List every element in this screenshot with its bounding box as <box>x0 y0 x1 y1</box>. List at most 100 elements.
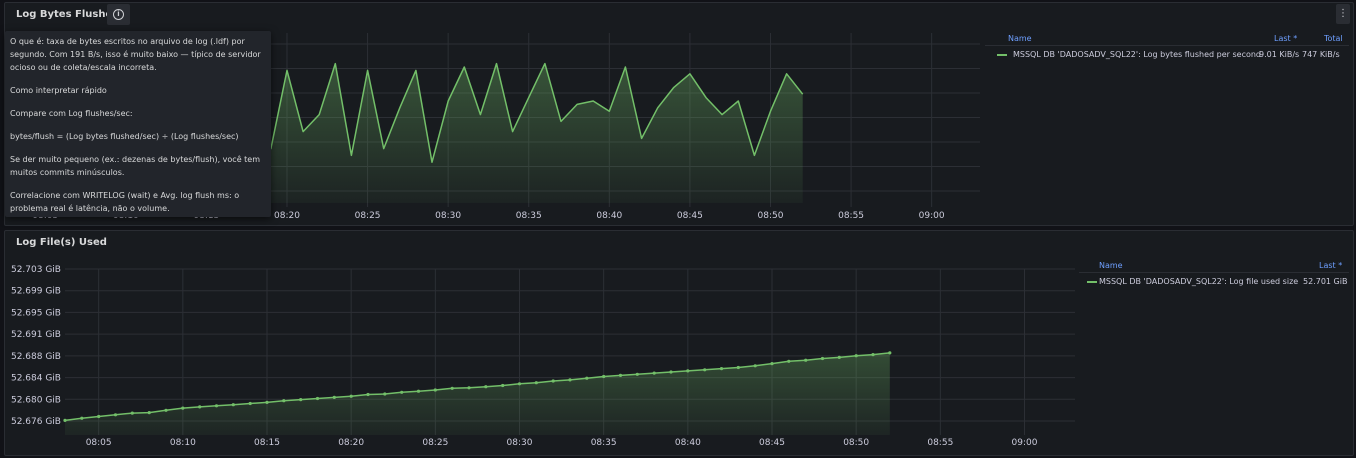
data-point <box>871 353 875 357</box>
panel-title: Log File(s) Used <box>16 237 107 248</box>
data-point <box>147 411 151 415</box>
y-tick-label: 52.699 GiB <box>11 287 61 297</box>
legend-series-last: 9.01 KiB/s <box>1259 50 1300 59</box>
data-point <box>450 386 454 390</box>
x-tick-label: 08:20 <box>338 438 364 448</box>
data-point <box>248 401 252 406</box>
tooltip-line: Como interpretar rápido <box>10 86 107 95</box>
y-tick-label: 52.688 GiB <box>11 352 61 362</box>
x-tick-label: 08:50 <box>758 211 784 221</box>
legend: Name Last * Total MSSQL DB 'DADOSADV_SQL… <box>985 31 1349 71</box>
legend-series-last: 52.701 GiB <box>1303 277 1348 286</box>
data-point <box>231 403 235 407</box>
data-point <box>315 396 320 401</box>
x-tick-label: 08:30 <box>507 438 533 448</box>
data-point <box>198 405 202 409</box>
data-point <box>130 411 134 415</box>
x-tick-label: 08:35 <box>516 211 542 221</box>
x-tick-label: 09:00 <box>1012 438 1038 448</box>
x-tick-label: 08:55 <box>927 438 953 448</box>
legend-header-total[interactable]: Total <box>1324 34 1343 43</box>
data-point <box>97 414 101 419</box>
data-point <box>787 359 791 363</box>
data-point <box>265 400 269 404</box>
data-point <box>703 368 707 372</box>
data-point <box>820 356 825 361</box>
data-point <box>113 413 118 417</box>
data-point <box>349 394 353 398</box>
data-point <box>618 373 623 377</box>
data-point <box>635 372 639 376</box>
x-tick-label: 08:55 <box>838 211 864 221</box>
y-tick-label: 52.703 GiB <box>11 265 61 275</box>
data-point <box>501 383 505 388</box>
y-tick-label: 52.684 GiB <box>11 374 61 384</box>
data-point <box>770 362 774 366</box>
y-tick-label: 52.691 GiB <box>11 330 61 340</box>
data-point <box>804 358 808 362</box>
menu-icon[interactable]: ⋮ <box>1336 4 1350 24</box>
y-tick-label: 52.676 GiB <box>11 417 61 427</box>
panel-title: Log Bytes Flushed <box>16 9 120 20</box>
data-point <box>467 386 471 390</box>
data-point <box>164 408 168 412</box>
x-tick-label: 08:40 <box>675 438 701 448</box>
data-point <box>568 378 572 382</box>
legend-series-swatch <box>997 54 1007 56</box>
legend-series-name[interactable]: MSSQL DB 'DADOSADV_SQL22': Log file used… <box>1099 277 1298 286</box>
data-point <box>669 370 673 374</box>
data-point <box>181 406 185 410</box>
panel-log-files-used: 52.676 GiB 52.680 GiB 52.684 GiB 52.688 GiB… <box>4 230 1354 456</box>
legend-header-name[interactable]: Name <box>1099 261 1123 270</box>
data-point <box>366 392 370 397</box>
y-tick-label: 52.695 GiB <box>11 308 61 318</box>
data-point <box>534 381 538 385</box>
info-icon[interactable]: i <box>107 4 130 25</box>
legend-series-swatch <box>1087 281 1097 283</box>
data-point <box>214 404 219 408</box>
legend-series-name[interactable]: MSSQL DB 'DADOSADV_SQL22': Log bytes flu… <box>1013 50 1261 59</box>
x-tick-label: 09:00 <box>919 211 945 221</box>
tooltip-line: bytes/flush = (Log bytes flushed/sec) ÷ … <box>10 132 239 141</box>
tooltip-line: Se der muito pequeno (ex.: dezenas de by… <box>10 155 261 177</box>
legend-series-total: 747 KiB/s <box>1302 50 1340 59</box>
x-tick-label: 08:25 <box>422 438 448 448</box>
data-point <box>517 382 522 386</box>
data-point <box>551 379 555 383</box>
x-tick-label: 08:45 <box>677 211 703 221</box>
legend-header-name[interactable]: Name <box>1008 34 1032 43</box>
data-point <box>753 364 757 368</box>
x-tick-label: 08:25 <box>355 211 381 221</box>
data-point <box>80 416 84 420</box>
data-point <box>63 418 67 422</box>
data-point <box>433 388 437 392</box>
x-tick-label: 08:20 <box>274 211 300 221</box>
x-tick-label: 08:35 <box>591 438 617 448</box>
tooltip-line: Correlacione com WRITELOG (wait) e Avg. … <box>10 191 240 213</box>
data-point <box>719 367 724 371</box>
tooltip-line: O que é: taxa de bytes escritos no arqui… <box>10 37 261 72</box>
data-point <box>602 374 606 379</box>
legend-header-last[interactable]: Last * <box>1319 261 1342 270</box>
x-tick-label: 08:50 <box>843 438 869 448</box>
data-point <box>383 392 387 396</box>
data-point <box>484 385 488 389</box>
x-tick-label: 08:15 <box>254 438 280 448</box>
data-point <box>416 389 421 393</box>
series-area <box>65 352 890 435</box>
data-point <box>282 399 286 403</box>
data-point <box>652 371 656 375</box>
y-tick-label: 52.680 GiB <box>11 395 61 405</box>
panel-log-bytes-flushed: 08:0508:1008:1508:2008:2508:3008:3508:40… <box>4 2 1354 226</box>
data-point <box>854 354 858 358</box>
legend: Name Last * MSSQL DB 'DADOSADV_SQL22': L… <box>1079 259 1349 299</box>
data-point <box>332 395 336 399</box>
data-point <box>686 369 690 373</box>
x-tick-label: 08:05 <box>86 438 112 448</box>
data-point <box>736 365 740 370</box>
legend-header-last[interactable]: Last * <box>1274 34 1297 43</box>
tooltip-line: Compare com Log flushes/sec: <box>10 109 133 118</box>
x-tick-label: 08:30 <box>435 211 461 221</box>
x-tick-label: 08:45 <box>759 438 785 448</box>
data-point <box>837 355 841 359</box>
